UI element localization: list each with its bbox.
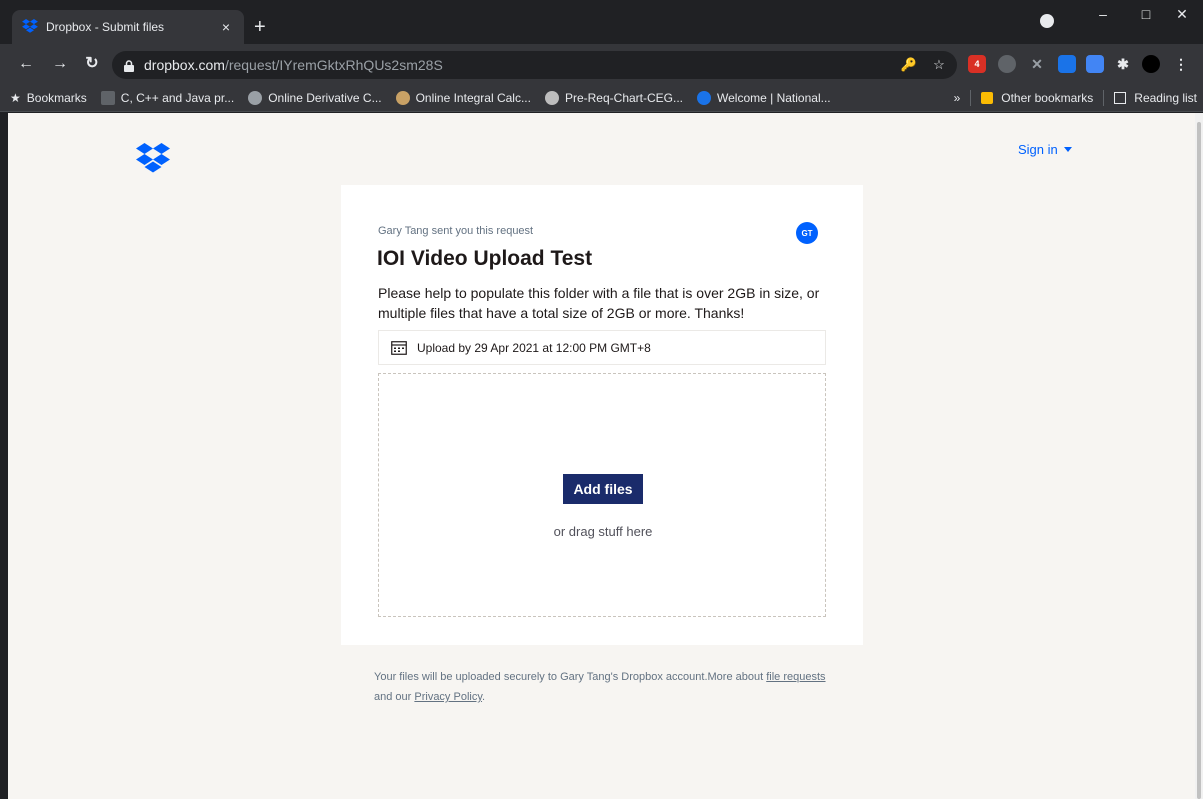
sign-in-label: Sign in — [1018, 142, 1058, 157]
request-description: Please help to populate this folder with… — [378, 285, 820, 321]
bookmark-item[interactable]: C, C++ and Java pr... — [100, 90, 235, 105]
new-tab-icon[interactable]: + — [254, 17, 266, 37]
minimize-icon[interactable]: – — [1088, 6, 1118, 22]
bookmark-label: Bookmarks — [26, 90, 87, 105]
bookmarks-bar: ★ Bookmarks C, C++ and Java pr... Online… — [0, 84, 1203, 112]
maximize-icon[interactable]: □ — [1131, 6, 1161, 22]
request-title: IOI Video Upload Test — [377, 247, 593, 270]
bookmark-item[interactable]: Welcome | National... — [697, 90, 831, 105]
calendar-icon — [391, 340, 407, 355]
key-icon[interactable]: 🔑 — [900, 57, 918, 73]
url-host: dropbox.com — [144, 57, 225, 73]
scrollbar-thumb[interactable] — [1197, 122, 1201, 799]
close-window-icon[interactable]: ✕ — [1167, 6, 1197, 23]
sign-in-button[interactable]: Sign in — [1018, 142, 1072, 157]
globe-icon — [248, 90, 263, 105]
bookmark-label: Welcome | National... — [717, 90, 831, 105]
code-icon — [100, 90, 115, 105]
tool-extension-icon[interactable] — [1058, 55, 1076, 73]
avatar: GT — [796, 222, 818, 244]
crest-icon — [544, 90, 559, 105]
divider — [970, 90, 972, 106]
screen-extension-icon[interactable] — [1086, 55, 1104, 73]
more-bookmarks-icon[interactable]: » — [954, 91, 961, 105]
other-bookmarks[interactable]: Other bookmarks — [1001, 91, 1093, 105]
url-path: /request/IYremGktxRhQUs2sm28S — [224, 57, 443, 73]
file-request-card: Gary Tang sent you this request GT IOI V… — [341, 185, 863, 645]
bookmark-label: C, C++ and Java pr... — [120, 90, 235, 105]
bookmarks-right: » Other bookmarks Reading list — [954, 84, 1197, 112]
folder-icon — [981, 92, 994, 104]
footer-note: Your files will be uploaded securely to … — [374, 667, 844, 707]
bookmark-item[interactable]: Online Derivative C... — [248, 90, 382, 105]
back-icon[interactable]: ← — [16, 54, 36, 74]
kebab-menu-icon[interactable]: ⋮ — [1172, 55, 1190, 73]
profile-avatar-icon[interactable] — [1142, 55, 1160, 73]
puzzle-extensions-icon[interactable]: ✱ — [1114, 55, 1132, 73]
add-files-button[interactable]: Add files — [563, 474, 643, 504]
tab-close-icon[interactable]: × — [218, 19, 234, 35]
footer-text: Your files will be uploaded securely to … — [374, 671, 767, 683]
extension-badge: 4 — [974, 59, 980, 69]
star-icon: ★ — [10, 90, 21, 105]
privacy-policy-link[interactable]: Privacy Policy — [414, 691, 482, 703]
reading-list[interactable]: Reading list — [1134, 91, 1197, 105]
deadline-box: Upload by 29 Apr 2021 at 12:00 PM GMT+8 — [378, 330, 826, 365]
page-content: Sign in Gary Tang sent you this request … — [8, 113, 1195, 799]
divider — [1103, 90, 1105, 106]
footer-text-end: . — [482, 691, 486, 703]
globe-extension-icon[interactable] — [998, 55, 1016, 73]
bookmark-label: Online Derivative C... — [268, 90, 382, 105]
bookmark-label: Online Integral Calc... — [415, 90, 531, 105]
bookmark-item[interactable]: Pre-Req-Chart-CEG... — [544, 90, 683, 105]
bookmark-item[interactable]: ★ Bookmarks — [10, 91, 87, 105]
tab-title: Dropbox - Submit files — [46, 20, 165, 34]
reload-icon[interactable]: ↻ — [82, 54, 102, 74]
bookmark-label: Pre-Req-Chart-CEG... — [564, 90, 683, 105]
browser-tab[interactable]: Dropbox - Submit files × — [12, 10, 244, 44]
forward-icon[interactable]: → — [50, 54, 70, 74]
requester-text: Gary Tang sent you this request — [378, 225, 534, 237]
deadline-text: Upload by 29 Apr 2021 at 12:00 PM GMT+8 — [417, 340, 651, 355]
dropbox-logo-icon[interactable] — [136, 143, 170, 173]
adblock-extension-icon[interactable]: 4 — [968, 55, 986, 73]
chevron-down-icon — [1063, 147, 1072, 152]
drag-hint: or drag stuff here — [553, 524, 653, 539]
lock-icon — [124, 59, 134, 72]
bookmark-star-icon[interactable]: ☆ — [930, 57, 948, 73]
x-extension-icon[interactable]: ✕ — [1028, 55, 1046, 73]
file-requests-link[interactable]: file requests — [766, 671, 825, 683]
globe-icon — [395, 90, 410, 105]
tab-strip: Dropbox - Submit files × + – □ ✕ — [0, 0, 1203, 44]
address-bar[interactable]: dropbox.com/request/IYremGktxRhQUs2sm28S — [112, 51, 957, 79]
site-icon — [697, 90, 711, 105]
footer-text-mid: and our — [374, 691, 415, 703]
file-dropzone[interactable]: Add files or drag stuff here — [378, 373, 826, 617]
profile-menu-icon[interactable] — [1040, 14, 1054, 28]
reading-list-icon — [1114, 92, 1127, 104]
bookmark-item[interactable]: Online Integral Calc... — [395, 90, 531, 105]
dropbox-favicon-icon — [22, 19, 38, 35]
